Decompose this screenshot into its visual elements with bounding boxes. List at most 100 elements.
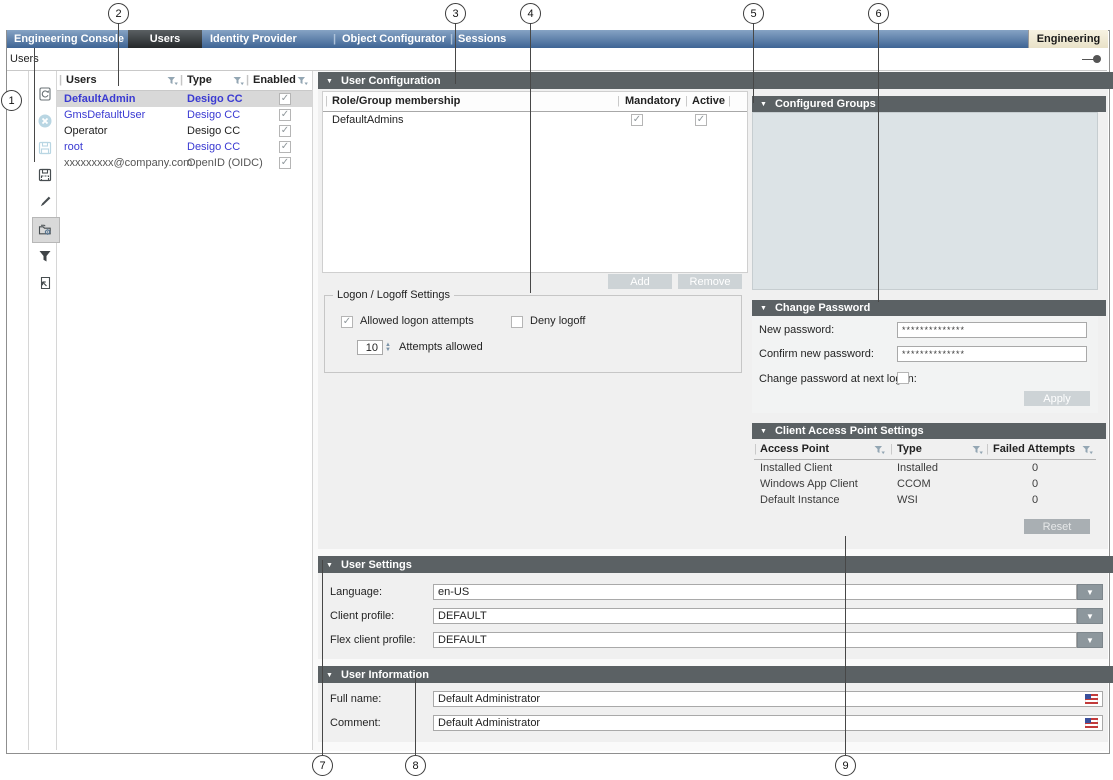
enabled-checkbox[interactable] xyxy=(279,109,291,121)
reset-button[interactable]: Reset xyxy=(1024,519,1090,534)
access-point-name: Default Instance xyxy=(760,494,840,506)
client-access-point-settings-header[interactable]: Client Access Point Settings xyxy=(752,423,1106,439)
callout-line-4 xyxy=(530,23,531,293)
tab-identity-provider[interactable]: Identity Provider xyxy=(210,30,297,48)
configured-groups-header[interactable]: Configured Groups xyxy=(752,96,1106,112)
failed-attempts-column-header[interactable]: Failed Attempts xyxy=(993,443,1075,455)
access-point-column-header[interactable]: Access Point xyxy=(760,443,829,455)
role-group-column-header[interactable]: Role/Group membership xyxy=(332,95,460,107)
flex-client-profile-dropdown-button[interactable] xyxy=(1077,632,1103,648)
user-configuration-header[interactable]: User Configuration xyxy=(318,72,1113,89)
access-point-row[interactable]: Installed Client Installed 0 xyxy=(754,460,1096,476)
export-icon[interactable] xyxy=(37,275,53,291)
callout-line-3 xyxy=(455,23,456,84)
allowed-logon-attempts-checkbox[interactable] xyxy=(341,316,353,328)
cancel-icon[interactable] xyxy=(37,113,53,129)
user-row[interactable]: Operator Desigo CC xyxy=(57,123,312,139)
save-as-icon[interactable] xyxy=(37,167,53,183)
configured-groups-list[interactable] xyxy=(752,112,1098,290)
enabled-checkbox[interactable] xyxy=(279,157,291,169)
tab-label: Users xyxy=(150,33,181,45)
role-group-row[interactable]: DefaultAdmins xyxy=(323,112,747,128)
user-information-header[interactable]: User Information xyxy=(318,666,1113,683)
filter-icon[interactable] xyxy=(972,445,983,456)
comment-input[interactable]: Default Administrator xyxy=(433,715,1103,731)
client-profile-label: Client profile: xyxy=(330,610,394,622)
user-name: DefaultAdmin xyxy=(64,93,136,105)
enabled-checkbox[interactable] xyxy=(279,125,291,137)
filter-icon[interactable] xyxy=(297,76,308,87)
spinner-arrows[interactable]: ▲▼ xyxy=(385,340,391,355)
user-name: root xyxy=(64,141,83,153)
confirm-password-label: Confirm new password: xyxy=(759,348,874,360)
apply-button[interactable]: Apply xyxy=(1024,391,1090,406)
language-dropdown-button[interactable] xyxy=(1077,584,1103,600)
add-button[interactable]: Add xyxy=(608,274,672,289)
tab-sessions[interactable]: Sessions xyxy=(458,30,506,48)
new-password-label: New password: xyxy=(759,324,834,336)
filter-icon[interactable] xyxy=(1082,445,1093,456)
filter-icon[interactable] xyxy=(233,76,244,87)
active-column-header[interactable]: Active xyxy=(692,95,725,107)
type-column-header[interactable]: Type xyxy=(897,443,922,455)
user-row[interactable]: DefaultAdmin Desigo CC xyxy=(57,91,312,107)
user-type: Desigo CC xyxy=(187,109,240,121)
user-settings-header[interactable]: User Settings xyxy=(318,556,1113,573)
failed-attempts-value: 0 xyxy=(1032,478,1038,490)
enabled-column-header[interactable]: Enabled xyxy=(253,74,296,86)
type-column-header[interactable]: Type xyxy=(187,74,212,86)
flex-client-profile-select[interactable]: DEFAULT xyxy=(433,632,1077,648)
attempts-allowed-label: Attempts allowed xyxy=(399,341,483,353)
divider: | xyxy=(728,95,731,107)
callout-8: 8 xyxy=(405,755,426,776)
save-icon-disabled[interactable] xyxy=(37,140,53,156)
mandatory-checkbox[interactable] xyxy=(631,114,643,126)
allowed-logon-attempts-label: Allowed logon attempts xyxy=(360,315,474,327)
callout-2: 2 xyxy=(108,3,129,24)
filter-icon[interactable] xyxy=(874,445,885,456)
callout-line-7 xyxy=(322,560,323,755)
active-checkbox[interactable] xyxy=(695,114,707,126)
manage-settings-icon[interactable] xyxy=(37,221,53,237)
divider: | xyxy=(617,95,620,107)
mandatory-column-header[interactable]: Mandatory xyxy=(625,95,681,107)
user-row[interactable]: GmsDefaultUser Desigo CC xyxy=(57,107,312,123)
pin-icon[interactable] xyxy=(1093,55,1101,63)
tab-engineering-console[interactable]: Engineering Console xyxy=(14,30,124,48)
user-name: Operator xyxy=(64,125,107,137)
group-title: Logon / Logoff Settings xyxy=(333,289,454,301)
tab-separator: | xyxy=(333,30,336,48)
full-name-input[interactable]: Default Administrator xyxy=(433,691,1103,707)
tab-engineering-mode[interactable]: Engineering xyxy=(1028,30,1108,48)
breadcrumb-bar: Users xyxy=(7,48,1107,70)
edit-pen-icon[interactable] xyxy=(37,194,53,210)
callout-6: 6 xyxy=(868,3,889,24)
change-password-next-logon-checkbox[interactable] xyxy=(897,372,909,384)
change-password-body: New password: ************** Confirm new… xyxy=(752,316,1098,413)
client-profile-dropdown-button[interactable] xyxy=(1077,608,1103,624)
callout-line-8 xyxy=(415,672,416,755)
edit-project-icon[interactable] xyxy=(37,86,53,102)
user-settings-body: Language: en-US Client profile: DEFAULT … xyxy=(318,573,1108,659)
access-point-row[interactable]: Default Instance WSI 0 xyxy=(754,492,1096,508)
confirm-password-input[interactable]: ************** xyxy=(897,346,1087,362)
enabled-checkbox[interactable] xyxy=(279,141,291,153)
language-select[interactable]: en-US xyxy=(433,584,1077,600)
tab-users[interactable]: Users xyxy=(128,30,202,48)
users-column-header[interactable]: Users xyxy=(66,74,97,86)
enabled-checkbox[interactable] xyxy=(279,93,291,105)
change-password-header[interactable]: Change Password xyxy=(752,300,1106,316)
user-row[interactable]: xxxxxxxxx@company.com OpenID (OIDC) xyxy=(57,155,312,171)
divider: | xyxy=(180,74,183,86)
client-profile-select[interactable]: DEFAULT xyxy=(433,608,1077,624)
tab-object-configurator[interactable]: Object Configurator xyxy=(342,30,446,48)
new-password-input[interactable]: ************** xyxy=(897,322,1087,338)
filter-icon[interactable] xyxy=(167,76,178,87)
filter-icon[interactable] xyxy=(37,248,53,264)
attempts-allowed-input[interactable]: 10 xyxy=(357,340,383,355)
deny-logoff-checkbox[interactable] xyxy=(511,316,523,328)
remove-button[interactable]: Remove xyxy=(678,274,742,289)
user-name: GmsDefaultUser xyxy=(64,109,145,121)
user-row[interactable]: root Desigo CC xyxy=(57,139,312,155)
access-point-row[interactable]: Windows App Client CCOM 0 xyxy=(754,476,1096,492)
